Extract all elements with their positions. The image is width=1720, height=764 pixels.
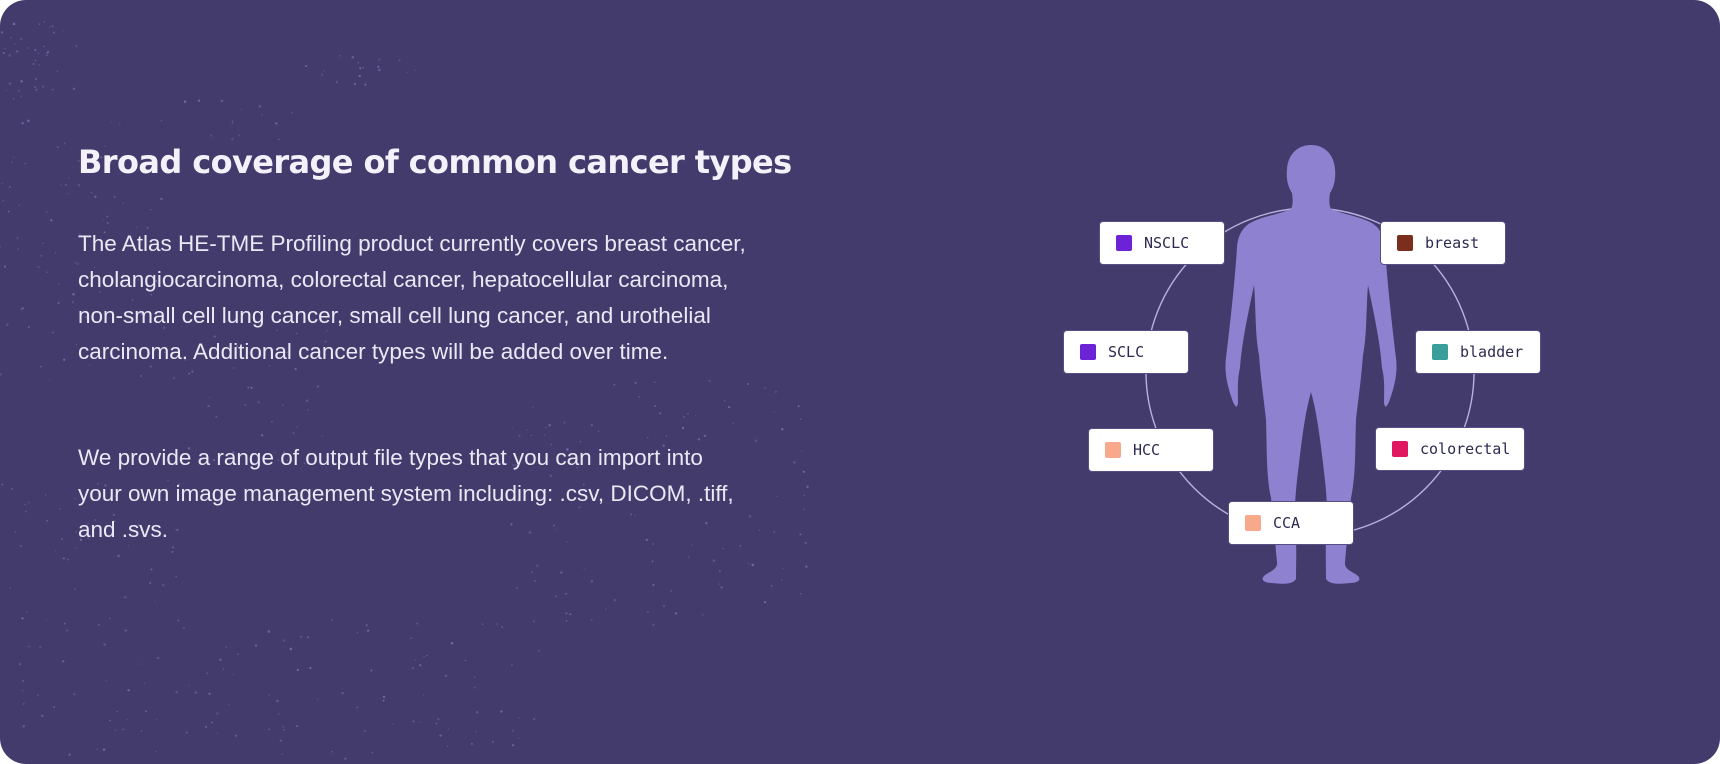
cancer-type-chip-sclc: SCLC xyxy=(1063,330,1189,374)
chip-label: colorectal xyxy=(1420,440,1511,458)
cancer-type-chip-cca: CCA xyxy=(1228,501,1354,545)
chip-label: HCC xyxy=(1133,441,1161,459)
colorectal-color-swatch xyxy=(1392,441,1408,457)
section-heading: Broad coverage of common cancer types xyxy=(78,143,792,181)
cancer-type-figure: NSCLC breast SCLC bladder HCC colorectal… xyxy=(1030,130,1560,630)
chip-label: NSCLC xyxy=(1144,234,1190,252)
nsclc-color-swatch xyxy=(1116,235,1132,251)
output-formats-description: We provide a range of output file types … xyxy=(78,445,734,542)
cca-color-swatch xyxy=(1245,515,1261,531)
cancer-type-chip-colorectal: colorectal xyxy=(1375,427,1525,471)
chip-label: CCA xyxy=(1273,514,1301,532)
hcc-color-swatch xyxy=(1105,442,1121,458)
coverage-description: The Atlas HE-TME Profiling product curre… xyxy=(78,231,746,364)
cancer-type-chip-hcc: HCC xyxy=(1088,428,1214,472)
bladder-color-swatch xyxy=(1432,344,1448,360)
coverage-section: Broad coverage of common cancer types Th… xyxy=(0,0,1720,764)
breast-color-swatch xyxy=(1397,235,1413,251)
chip-label: SCLC xyxy=(1108,343,1145,361)
chip-label: bladder xyxy=(1460,343,1524,361)
chip-label: breast xyxy=(1425,234,1480,252)
sclc-color-swatch xyxy=(1080,344,1096,360)
cancer-type-chip-breast: breast xyxy=(1380,221,1506,265)
cancer-type-chip-nsclc: NSCLC xyxy=(1099,221,1225,265)
cancer-type-chip-bladder: bladder xyxy=(1415,330,1541,374)
